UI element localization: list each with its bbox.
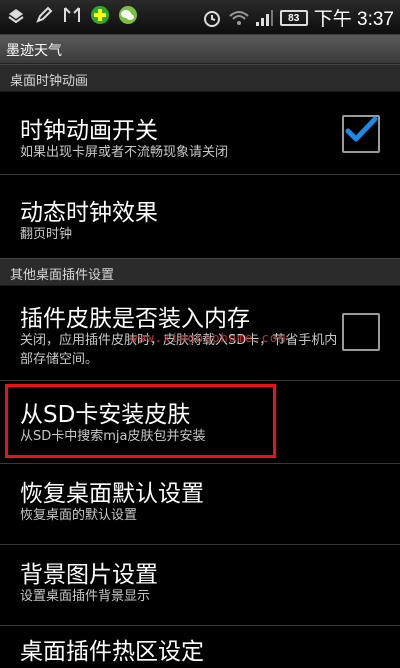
setting-subtitle: 翻页时钟 <box>20 227 73 242</box>
battery-level: 83 <box>288 12 300 24</box>
setting-subtitle: 恢复桌面的默认设置 <box>20 508 138 523</box>
setting-title: 插件皮肤是否装入内存 <box>20 306 250 332</box>
setting-subtitle: 设置桌面插件背景显示 <box>20 589 151 604</box>
app-title: 墨迹天气 <box>6 43 62 59</box>
usb-icon <box>6 5 26 25</box>
setting-title: 时钟动画开关 <box>20 118 158 144</box>
wechat-icon <box>118 5 138 25</box>
section-label: 桌面时钟动画 <box>10 74 89 89</box>
checkmark-icon <box>345 116 378 142</box>
setting-title: 桌面插件热区设定 <box>20 639 204 665</box>
setting-title: 恢复桌面默认设置 <box>20 481 204 507</box>
status-time: 下午 3:37 <box>313 9 394 30</box>
cell-signal-icon <box>254 8 274 28</box>
green-app-icon <box>90 5 110 25</box>
status-bar: 83 下午 3:37 <box>0 0 400 35</box>
section-header-clock: 桌面时钟动画 <box>0 64 400 92</box>
skin-in-memory-checkbox[interactable] <box>342 313 380 351</box>
setting-subtitle: 如果出现卡屏或者不流畅现象请关闭 <box>20 145 229 160</box>
alarm-icon <box>202 8 222 28</box>
app-title-bar: 墨迹天气 <box>0 35 400 64</box>
wifi-icon <box>228 8 249 28</box>
highlight-box <box>5 384 276 458</box>
setting-clock-animation[interactable]: 时钟动画开关 如果出现卡屏或者不流畅现象请关闭 <box>0 91 400 173</box>
setting-widget-hotzone[interactable]: 桌面插件热区设定 <box>0 626 400 668</box>
section-label: 其他桌面插件设置 <box>10 268 115 283</box>
setting-title: 动态时钟效果 <box>20 200 158 226</box>
setting-background-image[interactable]: 背景图片设置 设置桌面插件背景显示 <box>0 545 400 625</box>
setting-restore-default[interactable]: 恢复桌面默认设置 恢复桌面的默认设置 <box>0 464 400 544</box>
battery-icon: 83 <box>279 9 308 26</box>
pen-icon <box>34 5 54 25</box>
clock-animation-checkbox[interactable] <box>342 115 380 153</box>
watermark-text: www.xingbaohome.com <box>130 331 287 345</box>
signal-bracket-icon <box>62 5 82 25</box>
section-header-widgets: 其他桌面插件设置 <box>0 258 400 286</box>
setting-title: 背景图片设置 <box>20 562 158 588</box>
setting-dynamic-clock-effect[interactable]: 动态时钟效果 翻页时钟 <box>0 175 400 257</box>
